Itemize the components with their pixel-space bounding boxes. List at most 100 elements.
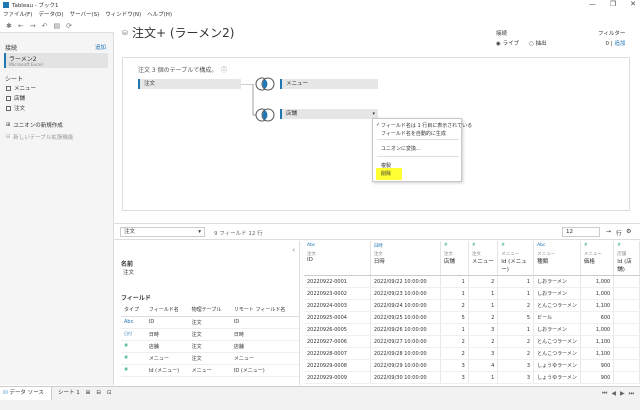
table-order[interactable]: 注文 <box>138 79 241 89</box>
grid-toolbar: 注文 ▾ 9 フィールド 12 行 12 → 行 ⚙ <box>114 223 640 240</box>
undo-icon[interactable]: ↶ <box>42 22 48 30</box>
table-row[interactable]: # メニュー 注文 メニュー <box>121 352 299 365</box>
new-union-item[interactable]: ⊞ ユニオンの新規作成 <box>6 121 63 129</box>
cell <box>613 323 640 336</box>
new-dashboard-icon[interactable]: ⊟ <box>96 387 101 400</box>
table-menu[interactable]: メニュー <box>280 79 378 89</box>
join-icon-store[interactable] <box>254 108 276 122</box>
cell: しょうゆラーメン <box>533 371 581 384</box>
col-header-remote-field[interactable]: リモート フィールド名 <box>230 304 299 317</box>
menu-item-field-names-first-row[interactable]: フィールド名は 1 行目に表示されている <box>381 122 472 129</box>
cell: 2022/09/27 10:00:00 <box>370 335 441 348</box>
table-row[interactable]: Abc ID 注文 ID <box>121 316 299 329</box>
sheet-item-store[interactable]: 店舗 <box>6 94 25 102</box>
column-header-store-id[interactable]: # 店舗 Id (店舗) <box>613 241 640 276</box>
menu-help[interactable]: ヘルプ(H) <box>147 10 172 18</box>
live-radio[interactable]: ◉ ライブ <box>496 39 519 47</box>
radio-unchecked-icon: ○ <box>529 41 534 47</box>
table-row[interactable]: # Id (メニュー) メニュー ID (メニュー) <box>121 364 299 377</box>
cell: 1 <box>440 275 469 288</box>
new-sheet-icon[interactable]: ⊞ <box>86 387 91 400</box>
menu-data[interactable]: データ(D) <box>38 10 63 18</box>
page-title[interactable]: 注文+ (ラーメン2) <box>132 24 234 41</box>
join-icon-menu[interactable] <box>254 77 276 91</box>
extract-radio[interactable]: ○ 抽出 <box>529 39 547 47</box>
menu-file[interactable]: ファイル(F) <box>3 10 32 18</box>
filter-add-link[interactable]: 追加 <box>614 41 625 47</box>
add-connection-link[interactable]: 追加 <box>95 43 106 51</box>
cell: 2022/09/23 10:00:00 <box>370 287 441 300</box>
menu-window[interactable]: ウィンドウ(N) <box>105 10 141 18</box>
new-story-icon[interactable]: ⊡ <box>107 387 112 400</box>
menu-server[interactable]: サーバー(S) <box>70 10 100 18</box>
sheet-item-label: メニュー <box>14 86 37 92</box>
cell: とんこつラーメン <box>533 299 581 312</box>
union-icon: ⊞ <box>6 122 11 128</box>
sheet-item-order[interactable]: 注文 <box>6 104 25 112</box>
physical-table: メニュー <box>188 364 231 377</box>
type-number-icon[interactable]: # <box>121 352 146 365</box>
column-header-id[interactable]: Abc 注文 ID <box>304 241 371 276</box>
filter-count: 0 <box>605 41 610 47</box>
column-header-menu-id[interactable]: # メニュー Id (メニュー) <box>497 241 535 276</box>
col-header-field[interactable]: フィールド名 <box>145 304 189 317</box>
column-header-menu[interactable]: # 注文 メニュー <box>468 241 499 276</box>
physical-table: 注文 <box>188 352 231 365</box>
cell: 2 <box>497 347 535 360</box>
sheet-item-menu[interactable]: メニュー <box>6 84 36 92</box>
last-icon[interactable]: ⏭ <box>629 390 634 398</box>
close-button[interactable]: ✕ <box>630 0 636 8</box>
column-header-price[interactable]: # メニュー 価格 <box>580 241 615 276</box>
cell: 2 <box>440 299 469 312</box>
save-icon[interactable]: ▤ <box>54 22 61 30</box>
table-row: 20220922-0001 2022/09/22 10:00:00 1 2 1 しおラーメ… <box>304 275 640 288</box>
column-header-store[interactable]: # 注文 店舗 <box>440 241 469 276</box>
table-row: 20220925-0004 2022/09/25 10:00:00 5 2 5 ビール 60… <box>304 311 640 324</box>
tableau-home-icon[interactable]: ✱ <box>6 22 12 30</box>
window-title: Tableau - ブック1 <box>12 2 59 9</box>
menu-bar: ファイル(F) データ(D) サーバー(S) ウィンドウ(N) ヘルプ(H) <box>0 9 640 19</box>
menu-item-convert-to-union[interactable]: ユニオンに変換... <box>381 145 421 152</box>
next-icon[interactable]: ▶ <box>620 390 625 398</box>
menu-item-delete[interactable]: 削除 <box>381 170 391 177</box>
connection-item[interactable]: ラーメン2 Microsoft Excel <box>4 53 108 68</box>
arrow-right-icon[interactable]: → <box>606 228 611 235</box>
physical-table: 注文 <box>188 340 231 353</box>
forward-icon[interactable]: → <box>30 22 36 30</box>
field-name: メニュー <box>145 352 189 365</box>
canvas-caption: 注文 3 個のテーブルで構成。 <box>138 67 218 74</box>
tab-sheet-1[interactable]: シート 1 <box>58 387 80 400</box>
minimize-button[interactable]: — <box>589 0 596 8</box>
table-row: 20220929-0009 2022/09/30 10:00:00 3 1 3 しょうゆラ… <box>304 371 640 384</box>
cell <box>613 275 640 288</box>
gear-icon[interactable]: ⚙ <box>626 228 631 235</box>
physical-table: 注文 <box>188 316 231 329</box>
table-store[interactable]: 店舗 ▾ <box>280 109 378 119</box>
info-icon[interactable]: ⓘ <box>221 65 227 74</box>
first-icon[interactable]: ⏮ <box>602 390 607 398</box>
type-number-icon[interactable]: # <box>121 364 146 377</box>
type-string-icon[interactable]: Abc <box>121 316 146 329</box>
maximize-button[interactable]: ❐ <box>610 0 616 8</box>
remote-field: ID <box>230 316 299 329</box>
prev-icon[interactable]: ◀ <box>611 390 616 398</box>
table-selector[interactable]: 注文 ▾ <box>120 227 205 237</box>
refresh-icon[interactable]: ⟳ <box>66 22 72 30</box>
rows-input[interactable]: 12 <box>562 227 600 237</box>
column-header-kind[interactable]: Abc メニュー 種類 <box>533 241 581 276</box>
col-header-physical-table[interactable]: 物理テーブル <box>188 304 231 317</box>
table-row[interactable]: 日付 日時 注文 日時 <box>121 328 299 341</box>
cell: 2 <box>497 299 535 312</box>
column-header-datetime[interactable]: 日時 注文 日時 <box>370 241 441 276</box>
tab-data-source[interactable]: ⛁ データ ソース <box>0 387 52 400</box>
col-header-type[interactable]: タイプ <box>121 304 146 317</box>
back-icon[interactable]: ← <box>18 22 24 30</box>
collapse-chevron-icon[interactable]: ‹ <box>292 246 295 254</box>
type-number-icon[interactable]: # <box>121 340 146 353</box>
cell <box>613 299 640 312</box>
menu-item-generate-field-names[interactable]: フィールド名を自動的に生成 <box>381 130 446 137</box>
type-date-icon[interactable]: 日付 <box>121 328 146 341</box>
new-table-extension-item[interactable]: ⊟ 新しいテーブル拡張機能 <box>6 133 73 141</box>
table-row[interactable]: # 店舗 注文 店舗 <box>121 340 299 353</box>
cell: 1,000 <box>580 323 615 336</box>
